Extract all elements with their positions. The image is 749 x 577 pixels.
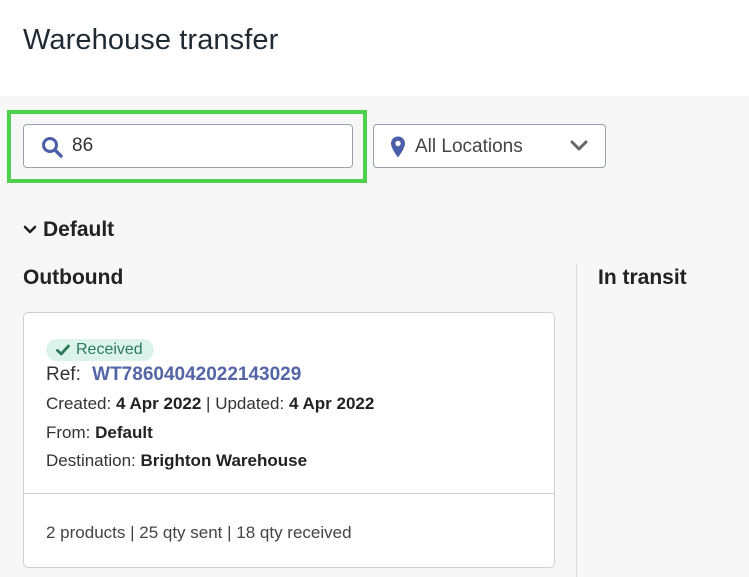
created-label: Created: bbox=[46, 394, 112, 413]
page-title: Warehouse transfer bbox=[23, 24, 279, 56]
search-input[interactable] bbox=[72, 125, 342, 167]
outbound-column-title: Outbound bbox=[23, 266, 124, 289]
location-select[interactable]: All Locations bbox=[373, 124, 606, 168]
check-icon bbox=[56, 344, 70, 356]
status-text: Received bbox=[76, 341, 143, 358]
transfer-summary: 2 products | 25 qty sent | 18 qty receiv… bbox=[46, 523, 352, 542]
ref-row: Ref: WT78604042022143029 bbox=[46, 364, 301, 386]
header: Warehouse transfer bbox=[0, 0, 749, 96]
from-value: Default bbox=[95, 423, 153, 442]
in-transit-column-title: In transit bbox=[598, 266, 687, 289]
destination-label: Destination: bbox=[46, 451, 136, 470]
updated-value: 4 Apr 2022 bbox=[288, 394, 375, 413]
map-pin-icon bbox=[391, 136, 405, 158]
chevron-down-icon bbox=[570, 140, 588, 151]
search-box[interactable] bbox=[23, 124, 353, 168]
from-label: From: bbox=[46, 423, 91, 442]
chevron-down-icon bbox=[23, 225, 37, 234]
from-row: From: Default bbox=[46, 423, 153, 443]
column-divider bbox=[576, 264, 577, 577]
ref-link[interactable]: WT78604042022143029 bbox=[92, 364, 301, 385]
ref-label: Ref: bbox=[46, 364, 81, 385]
location-select-label: All Locations bbox=[415, 136, 523, 157]
dates-row: Created: 4 Apr 2022 | Updated: 4 Apr 202… bbox=[46, 394, 374, 414]
card-divider bbox=[24, 493, 554, 494]
destination-value: Brighton Warehouse bbox=[140, 451, 308, 470]
search-icon bbox=[42, 137, 63, 158]
updated-label: Updated: bbox=[215, 394, 285, 413]
status-badge: Received bbox=[46, 339, 154, 361]
transfer-card[interactable]: Received Ref: WT78604042022143029 Create… bbox=[23, 312, 555, 568]
group-label: Default bbox=[43, 218, 115, 241]
created-value: 4 Apr 2022 bbox=[115, 394, 202, 413]
date-separator: | bbox=[206, 394, 211, 413]
destination-row: Destination: Brighton Warehouse bbox=[46, 451, 307, 471]
